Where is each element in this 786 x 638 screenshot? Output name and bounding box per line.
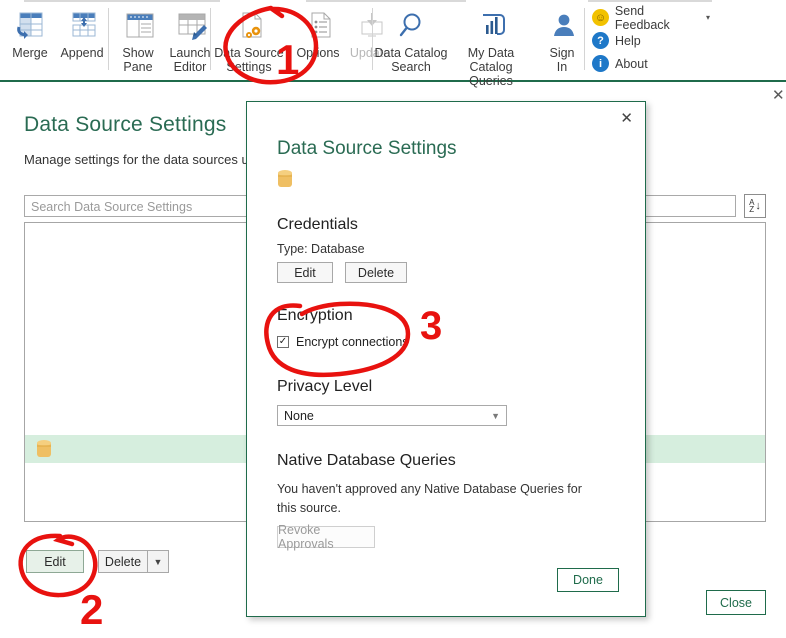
page-title: Data Source Settings [24, 113, 227, 136]
page-subtitle: Manage settings for the data sources u [24, 152, 249, 167]
question-mark-icon: ? [592, 32, 609, 49]
ribbon-button-label-2: Settings [226, 60, 272, 74]
ribbon-link-label: Help [615, 33, 641, 48]
privacy-level-heading: Privacy Level [277, 378, 373, 395]
privacy-level-value: None [284, 408, 314, 423]
credentials-heading: Credentials [277, 216, 358, 233]
sort-a-to-z-button[interactable]: A Z ↓ [744, 194, 766, 218]
ribbon-button-append[interactable]: Append [58, 2, 110, 60]
native-queries-body: You haven't approved any Native Database… [277, 482, 582, 515]
chevron-down-icon: ▼ [491, 410, 500, 421]
encrypt-connections-label: Encrypt connections [296, 335, 409, 349]
revoke-approvals-button: Revoke Approvals [277, 523, 375, 551]
annotation-number-3: 3 [420, 304, 443, 348]
append-table-icon [67, 6, 101, 46]
chevron-down-icon: ▼ [153, 556, 163, 567]
ribbon-link-about[interactable]: i About [592, 52, 710, 75]
launch-editor-icon [175, 6, 209, 46]
encryption-heading: Encryption [277, 307, 353, 324]
options-icon [303, 6, 337, 46]
ribbon-button-options[interactable]: Options [294, 2, 346, 60]
ribbon-button-label-2: Pane [123, 60, 153, 74]
privacy-level-select[interactable]: None ▼ [277, 405, 507, 426]
person-icon [547, 6, 581, 46]
ribbon-toolbar: Merge Append Show Pane Launch Editor Dat… [0, 0, 786, 88]
ribbon-link-label: About [615, 56, 648, 71]
info-icon: i [592, 55, 609, 72]
done-button[interactable]: Done [557, 568, 619, 592]
credentials-edit-button[interactable]: Edit [277, 262, 333, 283]
show-pane-icon [123, 6, 157, 46]
delete-dropdown-button[interactable]: ▼ [147, 550, 169, 573]
credentials-type-text: Type: Database [277, 242, 365, 256]
ribbon-link-label: Send Feedback [614, 3, 670, 32]
ribbon-button-show-pane[interactable]: Show Pane [114, 2, 166, 74]
ribbon-button-label: Launch [169, 46, 211, 60]
ribbon-button-my-data-catalog-queries[interactable]: My Data Catalog Queries [458, 2, 528, 88]
ribbon-link-help[interactable]: ? Help [592, 29, 710, 52]
dialog-close-icon[interactable]: ✕ [620, 111, 633, 126]
sort-az-icon: A Z [749, 199, 755, 214]
ribbon-button-merge[interactable]: Merge [6, 2, 58, 60]
database-cylinder-icon [278, 170, 292, 189]
smiley-face-icon: ☺ [592, 9, 609, 26]
database-cylinder-icon [37, 439, 51, 459]
delete-button[interactable]: Delete [98, 550, 148, 573]
window-close-icon[interactable]: ✕ [772, 88, 785, 103]
ribbon-help-links: ☺ Send Feedback ▾ ? Help i About [592, 3, 710, 75]
encrypt-connections-row[interactable]: ✓ Encrypt connections [277, 335, 409, 349]
close-button[interactable]: Close [706, 590, 766, 615]
ribbon-button-label: Show [122, 46, 154, 60]
encrypt-connections-checkbox[interactable]: ✓ [277, 336, 289, 348]
ribbon-separator [584, 8, 585, 70]
ribbon-button-label: Sign [549, 46, 575, 60]
ribbon-group-stub-3 [588, 0, 712, 2]
annotation-number-1: 1 [276, 36, 300, 83]
chevron-down-icon[interactable]: ▾ [706, 13, 710, 22]
sort-arrow-icon: ↓ [755, 199, 761, 212]
search-magnifier-icon [396, 6, 430, 46]
ribbon-button-label-2: In [556, 60, 568, 74]
ribbon-button-label: Append [60, 46, 104, 60]
ribbon-button-label: Data Catalog [374, 46, 448, 60]
annotation-number-2: 2 [80, 586, 104, 633]
credentials-delete-button[interactable]: Delete [345, 262, 407, 283]
ribbon-button-data-catalog-search[interactable]: Data Catalog Search [374, 2, 448, 74]
merge-table-icon [15, 6, 49, 46]
edit-button[interactable]: Edit [26, 550, 84, 573]
dialog-title: Data Source Settings [277, 138, 457, 159]
ribbon-button-label: Data Source [214, 46, 284, 60]
data-source-settings-dialog: ✕ Data Source Settings Credentials Type:… [246, 101, 646, 617]
ribbon-button-label: My Data [467, 46, 515, 60]
ribbon-link-send-feedback[interactable]: ☺ Send Feedback ▾ [592, 3, 710, 32]
native-queries-heading: Native Database Queries [277, 452, 456, 469]
ribbon-button-label-2: Editor [173, 60, 207, 74]
sort-letter-z: Z [749, 205, 755, 214]
power-bi-bars-icon [476, 6, 510, 46]
ribbon-button-sign-in[interactable]: Sign In [538, 2, 590, 74]
data-source-settings-icon [234, 6, 268, 46]
ribbon-button-label: Merge [12, 46, 48, 60]
ribbon-button-label-2: Catalog Queries [469, 60, 513, 88]
ribbon-button-label-2: Search [391, 60, 431, 74]
